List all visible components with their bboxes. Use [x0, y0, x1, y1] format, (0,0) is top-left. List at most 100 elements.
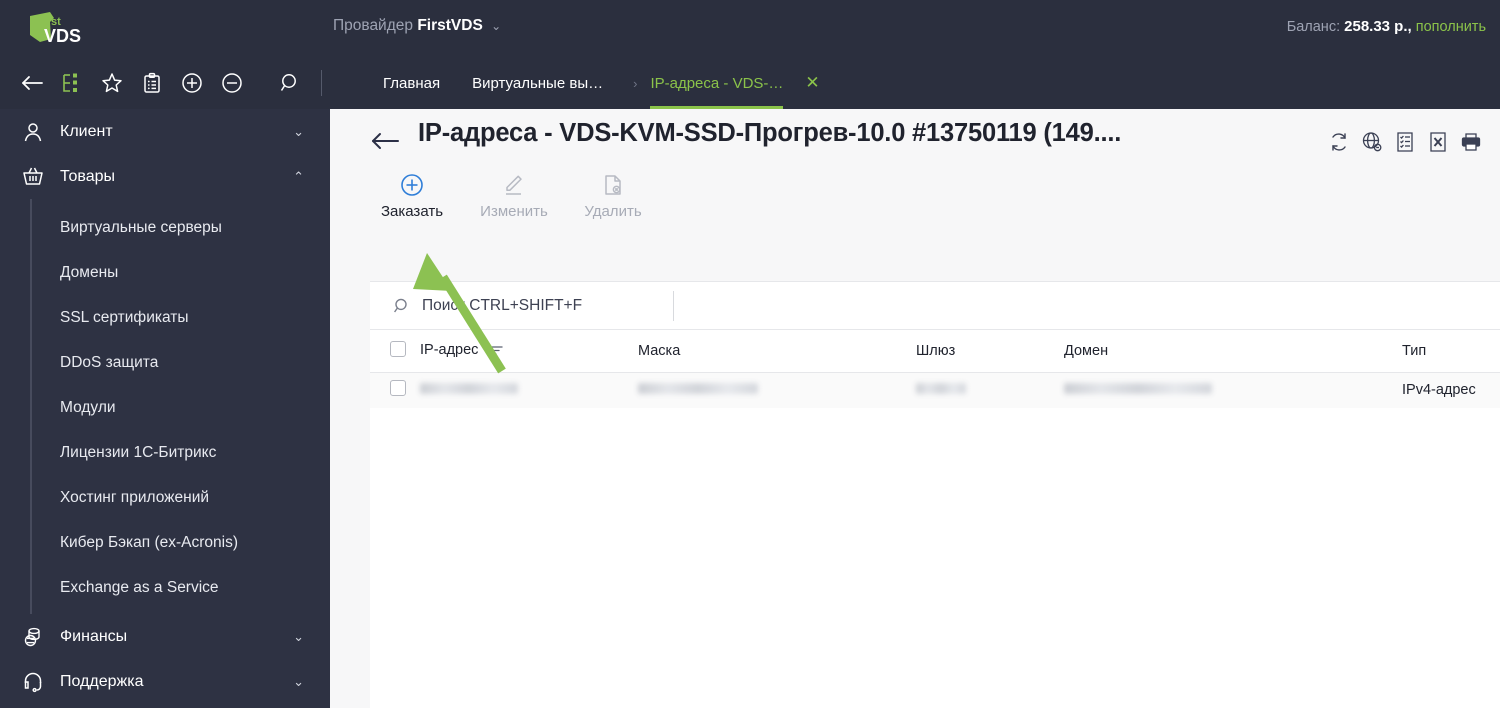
report-icon[interactable]: [1394, 131, 1416, 153]
chevron-down-icon: ⌄: [293, 123, 304, 139]
page-back-icon[interactable]: [370, 129, 400, 153]
pencil-icon: [502, 171, 526, 199]
toolbar-divider: [321, 70, 322, 96]
chevron-down-icon: ⌄: [293, 628, 304, 644]
sidebar-products-submenu: Виртуальные серверы Домены SSL сертифика…: [0, 199, 330, 614]
app-window: st VDS Провайдер FirstVDS ⌄ Баланс: 258.…: [0, 0, 1500, 708]
table-header-row: IP-адрес Маска Шлюз Домен Тип: [370, 330, 1500, 373]
refresh-icon[interactable]: [1328, 131, 1350, 153]
chevron-down-icon: ⌄: [491, 19, 502, 33]
search-divider: [673, 291, 674, 321]
sidebar-item-client-label: Клиент: [60, 122, 113, 140]
column-header-domain[interactable]: Домен: [1064, 330, 1402, 373]
cell-ip: [420, 372, 638, 408]
plus-circle-icon[interactable]: [172, 63, 212, 103]
tab-separator-icon: ›: [633, 75, 638, 91]
redacted-domain-value: [1064, 383, 1212, 395]
row-select-cell: [370, 372, 420, 408]
order-button[interactable]: Заказать: [362, 171, 462, 220]
sidebar-item-support[interactable]: Поддержка ⌄: [0, 659, 330, 704]
star-icon[interactable]: [92, 63, 132, 103]
coins-icon: [18, 622, 48, 652]
redacted-mask-value: [638, 383, 758, 395]
table-body: IPv4-адрес: [370, 372, 1500, 408]
sidebar-item-modules[interactable]: Модули: [0, 385, 330, 430]
sidebar-item-client[interactable]: Клиент ⌄: [0, 109, 330, 154]
basket-icon: [18, 162, 48, 192]
sidebar-item-support-label: Поддержка: [60, 672, 144, 690]
sidebar-item-products[interactable]: Товары ⌃: [0, 154, 330, 199]
row-checkbox[interactable]: [390, 380, 406, 397]
page-header-actions: [1328, 131, 1482, 153]
sort-icon[interactable]: [490, 344, 504, 360]
sidebar-item-virtual-servers[interactable]: Виртуальные серверы: [0, 205, 330, 250]
logo-1stvds[interactable]: st VDS: [24, 9, 96, 49]
table-head: IP-адрес Маска Шлюз Домен Тип: [370, 330, 1500, 373]
globe-link-icon[interactable]: [1361, 131, 1383, 153]
tab-close-icon[interactable]: ✕: [805, 57, 819, 109]
sidebar-item-ddos[interactable]: DDoS защита: [0, 340, 330, 385]
cell-domain: [1064, 372, 1402, 408]
back-icon[interactable]: [12, 63, 52, 103]
tree-icon[interactable]: [52, 63, 92, 103]
excel-export-icon[interactable]: [1427, 131, 1449, 153]
tab-bar: Главная Виртуальные вы… › IP-адреса - VD…: [330, 57, 1500, 109]
main-content: IP-адреса - VDS-KVM-SSD-Прогрев-10.0 #13…: [330, 109, 1500, 708]
tab-ip-addresses-label: IP-адреса - VDS-…: [650, 74, 784, 92]
balance-amount: 258.33 р.,: [1344, 18, 1412, 35]
sidebar-item-products-label: Товары: [60, 167, 116, 185]
top-bar: st VDS Провайдер FirstVDS ⌄ Баланс: 258.…: [0, 0, 1500, 57]
chevron-down-icon: ⌄: [293, 673, 304, 689]
sidebar-item-ssl[interactable]: SSL сертификаты: [0, 295, 330, 340]
clipboard-icon[interactable]: [132, 63, 172, 103]
balance-label: Баланс:: [1286, 19, 1341, 35]
order-button-label: Заказать: [380, 203, 444, 220]
sidebar-item-exchange[interactable]: Exchange as a Service: [0, 565, 330, 610]
print-icon[interactable]: [1460, 131, 1482, 153]
sidebar-item-bitrix-licenses[interactable]: Лицензии 1С-Битрикс: [0, 430, 330, 475]
page-title: IP-адреса - VDS-KVM-SSD-Прогрев-10.0 #13…: [418, 119, 1122, 147]
chevron-up-icon: ⌃: [293, 168, 304, 184]
tab-main[interactable]: Главная: [383, 57, 440, 109]
page-header: IP-адреса - VDS-KVM-SSD-Прогрев-10.0 #13…: [330, 109, 1500, 171]
sidebar-item-domains[interactable]: Домены: [0, 250, 330, 295]
provider-prefix: Провайдер: [333, 17, 414, 34]
column-header-type[interactable]: Тип: [1402, 330, 1500, 373]
submenu-rail: [30, 199, 32, 614]
sidebar: Клиент ⌄ Товары ⌃ Виртуальные серверы До…: [0, 109, 330, 708]
column-header-gateway[interactable]: Шлюз: [916, 330, 1064, 373]
column-header-ip-label: IP-адрес: [420, 341, 479, 358]
search-input[interactable]: [422, 296, 672, 315]
headset-icon: [18, 667, 48, 697]
provider-selector[interactable]: Провайдер FirstVDS ⌄: [333, 17, 501, 35]
refill-link[interactable]: пополнить: [1416, 19, 1486, 35]
search-icon: [392, 296, 412, 316]
tab-virtual-servers[interactable]: Виртуальные вы…: [472, 57, 603, 109]
redacted-gateway-value: [916, 383, 966, 395]
provider-name: FirstVDS: [417, 17, 483, 34]
cell-mask: [638, 372, 916, 408]
icon-toolbar: [0, 57, 330, 109]
svg-text:VDS: VDS: [44, 26, 81, 46]
select-all-checkbox[interactable]: [390, 340, 406, 357]
action-toolbar: Заказать Изменить Удалить: [330, 171, 1500, 233]
tab-ip-addresses[interactable]: IP-адреса - VDS-…: [650, 57, 784, 109]
column-header-mask[interactable]: Маска: [638, 330, 916, 373]
ip-address-table: IP-адрес Маска Шлюз Домен Тип IPv4-адрес: [370, 330, 1500, 408]
sidebar-item-cyber-backup[interactable]: Кибер Бэкап (ex-Acronis): [0, 520, 330, 565]
edit-button-label: Изменить: [480, 203, 548, 220]
delete-file-icon: [601, 171, 625, 199]
column-header-ip[interactable]: IP-адрес: [420, 330, 638, 373]
cell-type: IPv4-адрес: [1402, 372, 1500, 408]
user-icon: [18, 117, 48, 147]
delete-button-label: Удалить: [584, 203, 642, 220]
delete-button: Удалить: [563, 171, 663, 220]
sidebar-item-app-hosting[interactable]: Хостинг приложений: [0, 475, 330, 520]
edit-button: Изменить: [464, 171, 564, 220]
search-icon[interactable]: [270, 63, 310, 103]
cell-gateway: [916, 372, 1064, 408]
sidebar-item-finance-label: Финансы: [60, 627, 128, 645]
sidebar-item-finance[interactable]: Финансы ⌄: [0, 614, 330, 659]
minus-circle-icon[interactable]: [212, 63, 252, 103]
table-row[interactable]: IPv4-адрес: [370, 372, 1500, 408]
